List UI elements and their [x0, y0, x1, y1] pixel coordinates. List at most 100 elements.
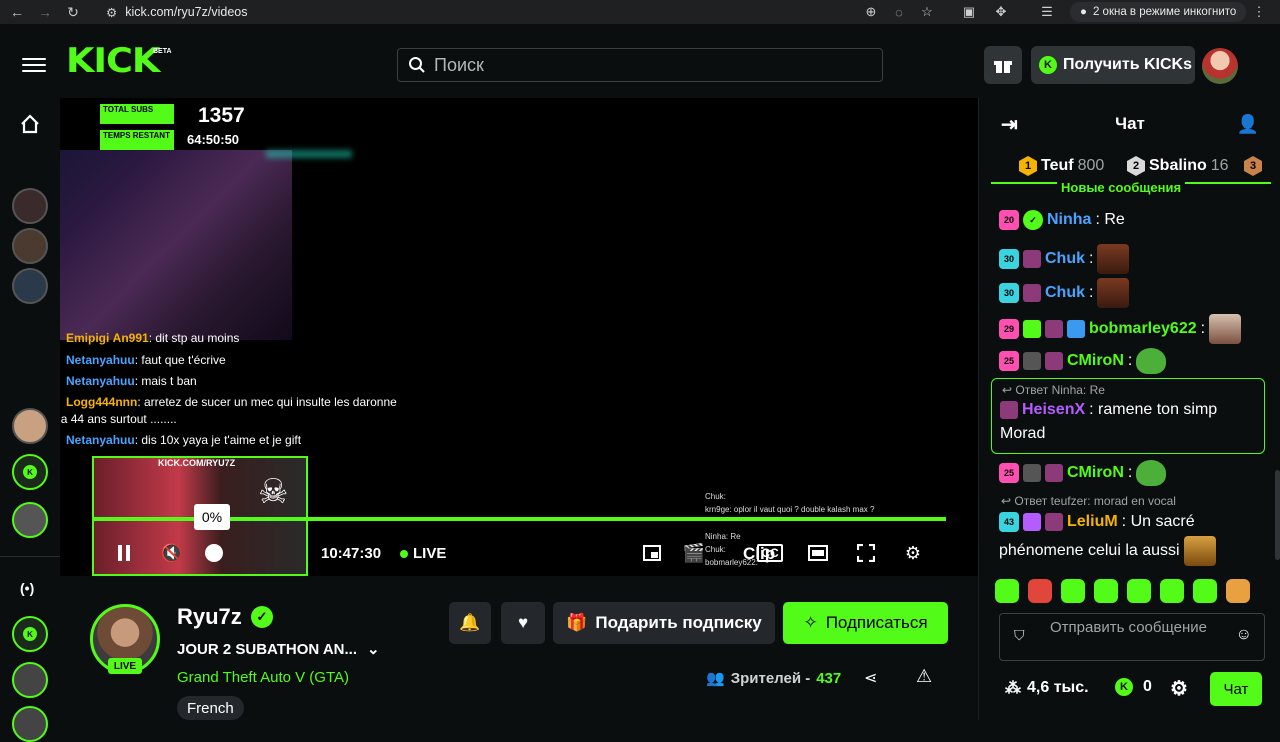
emote-button[interactable] — [995, 579, 1019, 603]
hamburger-menu-icon[interactable] — [22, 54, 46, 74]
kicks-balance[interactable]: K0 — [1115, 678, 1152, 696]
heart-icon: ♥ — [517, 613, 529, 632]
miniplayer-button[interactable] — [637, 538, 667, 568]
warning-icon[interactable]: ⚠ — [916, 666, 932, 687]
chat-message[interactable]: 43 LeliuM: Un sacré — [999, 512, 1195, 532]
home-icon[interactable] — [20, 114, 40, 134]
chat-scrollbar[interactable] — [1275, 470, 1280, 560]
captions-button[interactable]: CC — [755, 538, 785, 568]
overlay-chat-line: Netanyahuu: dis 10x yaya je t'aime et je… — [66, 433, 302, 447]
leaderboard-entry[interactable]: 2 Sbalino 16 — [1127, 156, 1229, 176]
pause-button[interactable] — [109, 538, 139, 568]
highlighted-reply-message[interactable]: ↩ Ответ Ninha: Re HeisenX: ramene ton si… — [991, 378, 1265, 454]
get-kicks-button[interactable]: K Получить KICKs — [1031, 46, 1195, 84]
browser-toolbar: ← → ↻ ⚙ kick.com/ryu7z/videos ⊕ ◌ ☆ ▣ ✥ … — [0, 0, 1280, 24]
video-player[interactable]: TOTAL SUBS 1357 TEMPS RESTANT 64:50:50 E… — [60, 98, 978, 576]
chat-username[interactable]: Ninha — [1047, 211, 1091, 229]
chat-send-button[interactable]: Чат — [1210, 672, 1262, 706]
leaderboard-user: Teuf — [1041, 157, 1074, 174]
leaderboard-entry[interactable]: 3 — [1244, 156, 1262, 176]
badge-icon — [1023, 464, 1041, 482]
mute-button[interactable]: 🔇 — [157, 538, 187, 568]
subscribe-button[interactable]: ✧ Подписаться — [783, 602, 948, 644]
new-messages-label[interactable]: Новые сообщения — [1057, 180, 1186, 195]
search-input[interactable] — [434, 54, 864, 76]
chat-message[interactable]: 25 CMiroN: — [999, 460, 1167, 486]
chat-message-input[interactable]: ⛉ Отправить сообщение ☺ — [999, 613, 1265, 661]
user-avatar[interactable] — [1202, 48, 1238, 84]
chat-username[interactable]: CMiroN — [1067, 352, 1124, 370]
theater-mode-button[interactable] — [803, 538, 833, 568]
emote-button[interactable] — [1226, 579, 1250, 603]
chevron-down-icon[interactable]: ⌄ — [367, 640, 380, 658]
emote-button[interactable] — [1193, 579, 1217, 603]
overlay-chat-line: Netanyahuu: mais t ban — [66, 374, 197, 388]
live-indicator[interactable]: LIVE — [400, 545, 446, 562]
streamer-name[interactable]: Ryu7z — [177, 604, 242, 630]
followed-channel-avatar[interactable] — [12, 228, 48, 264]
settings-button[interactable]: ⚙ — [898, 538, 928, 568]
emote-button[interactable] — [1094, 579, 1118, 603]
fullscreen-button[interactable] — [851, 538, 881, 568]
address-bar[interactable]: ⚙ kick.com/ryu7z/videos — [106, 2, 946, 22]
menu-dots-icon[interactable]: ⋮ — [1250, 3, 1268, 21]
puzzle-icon[interactable]: ✥ — [992, 3, 1010, 21]
chat-message[interactable]: 29 bobmarley622: — [999, 314, 1242, 344]
volume-slider-handle[interactable] — [199, 538, 229, 568]
emoji-icon[interactable]: ☺ — [1236, 626, 1252, 644]
recommended-channel-avatar[interactable] — [12, 706, 48, 742]
chat-settings-gear-icon[interactable]: ⚙ — [1170, 676, 1188, 701]
emote-button[interactable] — [1127, 579, 1151, 603]
users-list-icon[interactable]: 👤 — [1237, 114, 1259, 135]
incognito-indicator[interactable]: ● 2 окна в режиме инкогнито — [1070, 2, 1247, 22]
chat-message[interactable]: 30 Chuk: — [999, 278, 1130, 308]
chat-username[interactable]: bobmarley622 — [1089, 320, 1197, 338]
search-icon — [409, 57, 425, 73]
back-icon[interactable]: ← — [6, 1, 28, 23]
gift-badge-icon — [1023, 513, 1041, 531]
emote-button[interactable] — [1061, 579, 1085, 603]
shield-icon[interactable]: ⛉ — [1014, 627, 1025, 644]
followed-channel-avatar[interactable] — [12, 188, 48, 224]
emote-button[interactable] — [1160, 579, 1184, 603]
clip-icon-button[interactable]: 🎬 — [679, 538, 709, 568]
extension-icon[interactable]: ▣ — [960, 3, 978, 21]
chat-username[interactable]: Chuk — [1045, 284, 1085, 302]
chat-username[interactable]: CMiroN — [1067, 464, 1124, 482]
emote-button[interactable] — [1028, 579, 1052, 603]
zoom-icon[interactable]: ⊕ — [862, 3, 880, 21]
collapse-chat-icon[interactable]: ⇥ — [1001, 112, 1018, 137]
eye-off-icon[interactable]: ◌ — [890, 3, 908, 21]
badge-icon — [1045, 464, 1063, 482]
share-icon[interactable]: ⋖ — [864, 668, 877, 688]
chat-message[interactable]: 25 CMiroN: — [999, 348, 1167, 374]
gift-sub-button[interactable]: 🎁 Подарить подписку — [553, 602, 775, 644]
followed-channel-avatar[interactable] — [12, 408, 48, 444]
followed-channel-avatar[interactable] — [12, 502, 48, 538]
stream-category-link[interactable]: Grand Theft Auto V (GTA) — [177, 669, 349, 686]
site-info-icon[interactable]: ⚙ — [106, 5, 117, 20]
url-text: kick.com/ryu7z/videos — [125, 5, 248, 19]
leaderboard-entry[interactable]: 1 Teuf 800 — [1019, 156, 1104, 176]
chat-username[interactable]: Chuk — [1045, 250, 1085, 268]
chat-message[interactable]: 20 ✓ Ninha: Re — [999, 210, 1125, 230]
chat-username[interactable]: HeisenX — [1022, 401, 1085, 419]
forward-icon[interactable]: → — [34, 1, 56, 23]
search-box[interactable] — [397, 48, 883, 82]
media-control-icon[interactable]: ☰ — [1038, 3, 1056, 21]
reload-icon[interactable]: ↻ — [62, 1, 84, 23]
bookmark-star-icon[interactable]: ☆ — [918, 3, 936, 21]
followed-channel-avatar[interactable] — [12, 268, 48, 304]
sub-badge: 25 — [999, 351, 1019, 371]
gift-box-button[interactable] — [984, 46, 1022, 84]
stream-title[interactable]: JOUR 2 SUBATHON AN... ⌄ — [177, 640, 380, 659]
followed-channel-avatar[interactable]: K — [12, 454, 48, 490]
language-tag[interactable]: French — [177, 696, 244, 720]
recommended-channel-avatar[interactable]: K — [12, 616, 48, 652]
recommended-channel-avatar[interactable] — [12, 662, 48, 698]
notifications-button[interactable]: 🔔 — [449, 602, 491, 644]
follow-button[interactable]: ♥ — [501, 602, 545, 644]
chat-message[interactable]: 30 Chuk: — [999, 244, 1130, 274]
chat-username[interactable]: LeliuM — [1067, 513, 1118, 531]
kick-logo[interactable]: KICK — [66, 44, 160, 78]
